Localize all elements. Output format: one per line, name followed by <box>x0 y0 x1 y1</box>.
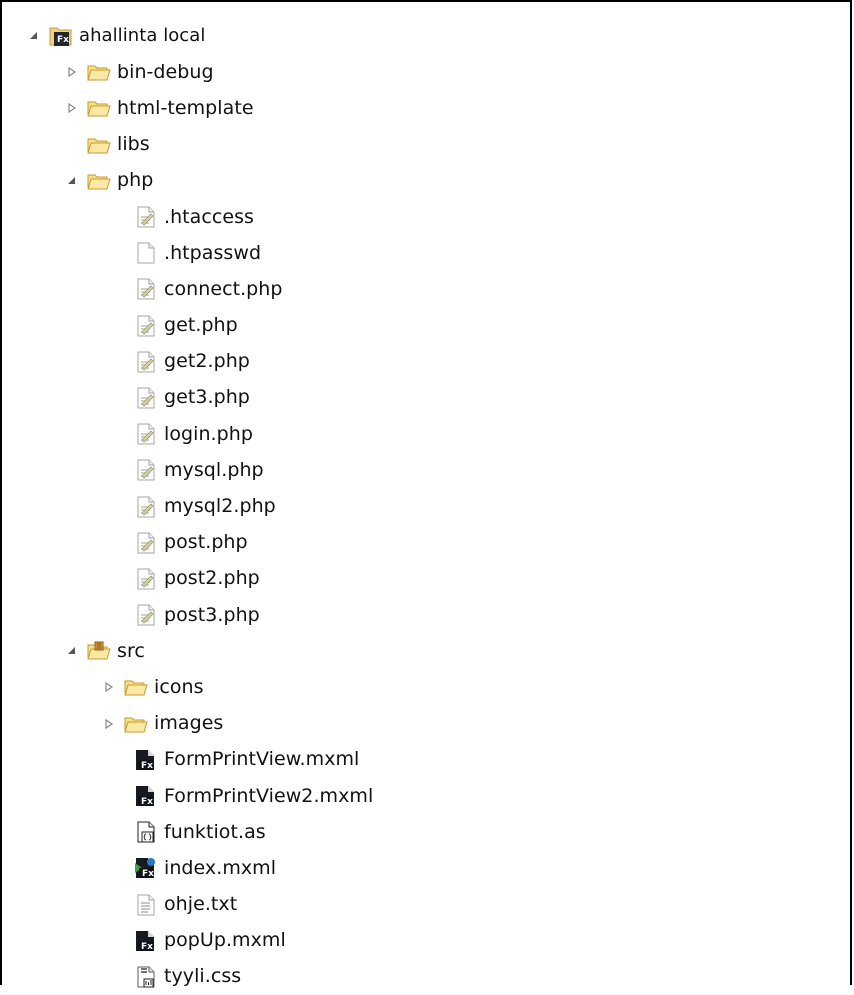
tree-node-label: icons <box>154 675 204 698</box>
tree-file-label: get2.php <box>164 350 250 373</box>
tree-file-label: mysql2.php <box>164 495 276 518</box>
text-file-icon <box>134 350 158 374</box>
project-tree: Fx ahallinta local bin-debug html-templa… <box>2 18 850 995</box>
expand-arrow-icon[interactable] <box>65 65 79 79</box>
tree-file-label: login.php <box>164 422 253 445</box>
css-file-icon <box>134 965 158 989</box>
text-file-icon <box>134 531 158 555</box>
collapse-arrow-icon[interactable] <box>27 29 41 43</box>
flex-mxml-icon: Fx <box>134 784 158 808</box>
tree-node-label: php <box>117 169 154 192</box>
tree-file-popup-mxml[interactable]: Fx popUp.mxml <box>2 923 850 959</box>
project-name-label: ahallinta local <box>79 25 206 47</box>
text-file-icon <box>134 277 158 301</box>
tree-node-label: src <box>117 639 145 662</box>
collapse-arrow-icon[interactable] <box>65 174 79 188</box>
folder-icon <box>87 96 111 120</box>
tree-file-label: get3.php <box>164 386 250 409</box>
tree-file-label: mysql.php <box>164 458 264 481</box>
tree-file-label: get.php <box>164 314 238 337</box>
tree-node-html-template[interactable]: html-template <box>2 90 850 126</box>
tree-file-ohje-txt[interactable]: ohje.txt <box>2 887 850 923</box>
tree-file-post2-php[interactable]: post2.php <box>2 561 850 597</box>
text-file-icon <box>134 386 158 410</box>
expand-arrow-icon[interactable] <box>102 717 116 731</box>
tree-file-get3-php[interactable]: get3.php <box>2 380 850 416</box>
text-file-icon <box>134 422 158 446</box>
tree-node-icons[interactable]: icons <box>2 669 850 705</box>
tree-file-label: post.php <box>164 531 248 554</box>
tree-file-label: .htaccess <box>164 205 255 228</box>
tree-node-label: bin-debug <box>117 60 214 83</box>
tree-file-index-mxml[interactable]: Fx index.mxml <box>2 850 850 886</box>
tree-file-formprintview-mxml[interactable]: Fx FormPrintView.mxml <box>2 742 850 778</box>
tree-file-label: ohje.txt <box>164 893 238 916</box>
collapse-arrow-icon[interactable] <box>65 644 79 658</box>
tree-file-get-php[interactable]: get.php <box>2 308 850 344</box>
tree-file-get2-php[interactable]: get2.php <box>2 344 850 380</box>
actionscript-file-icon <box>134 820 158 844</box>
text-file-icon <box>134 205 158 229</box>
tree-file-label: index.mxml <box>164 856 277 879</box>
flex-mxml-icon: Fx <box>134 929 158 953</box>
tree-node-label: html-template <box>117 96 254 119</box>
expand-arrow-icon[interactable] <box>102 680 116 694</box>
text-document-icon <box>134 893 158 917</box>
tree-node-libs[interactable]: libs <box>2 127 850 163</box>
tree-file-label: FormPrintView2.mxml <box>164 784 374 807</box>
tree-file-label: funktiot.as <box>164 820 266 843</box>
source-folder-icon <box>87 639 111 663</box>
tree-file-label: post2.php <box>164 567 260 590</box>
folder-icon <box>124 675 148 699</box>
text-file-icon <box>134 495 158 519</box>
blank-file-icon <box>134 241 158 265</box>
svg-text:Fx: Fx <box>142 869 154 879</box>
tree-node-label: images <box>154 712 224 735</box>
tree-file-label: .htpasswd <box>164 241 262 264</box>
tree-file-label: post3.php <box>164 603 260 626</box>
svg-text:Fx: Fx <box>141 761 153 771</box>
tree-file-post-php[interactable]: post.php <box>2 525 850 561</box>
tree-file-funktiot-as[interactable]: funktiot.as <box>2 814 850 850</box>
svg-text:Fx: Fx <box>141 797 153 807</box>
folder-icon <box>87 169 111 193</box>
svg-text:Fx: Fx <box>141 942 153 952</box>
tree-file-login-php[interactable]: login.php <box>2 416 850 452</box>
tree-node-images[interactable]: images <box>2 706 850 742</box>
text-file-icon <box>134 567 158 591</box>
tree-node-bin-debug[interactable]: bin-debug <box>2 54 850 90</box>
tree-node-ahallinta-local[interactable]: Fx ahallinta local <box>2 18 850 54</box>
flex-project-icon: Fx <box>49 24 73 48</box>
tree-file-htaccess[interactable]: .htaccess <box>2 199 850 235</box>
expand-arrow-icon[interactable] <box>65 101 79 115</box>
flex-mxml-icon: Fx <box>134 748 158 772</box>
tree-file-post3-php[interactable]: post3.php <box>2 597 850 633</box>
tree-node-php[interactable]: php <box>2 163 850 199</box>
tree-file-htpasswd[interactable]: .htpasswd <box>2 235 850 271</box>
tree-file-mysql2-php[interactable]: mysql2.php <box>2 488 850 524</box>
flex-application-icon: Fx <box>134 856 158 880</box>
svg-text:Fx: Fx <box>57 35 69 45</box>
text-file-icon <box>134 458 158 482</box>
tree-file-connect-php[interactable]: connect.php <box>2 271 850 307</box>
text-file-icon <box>134 603 158 627</box>
text-file-icon <box>134 314 158 338</box>
tree-file-label: FormPrintView.mxml <box>164 748 360 771</box>
folder-icon <box>87 60 111 84</box>
tree-file-label: popUp.mxml <box>164 929 286 952</box>
tree-file-mysql-php[interactable]: mysql.php <box>2 452 850 488</box>
folder-icon <box>124 712 148 736</box>
tree-file-tyyli-css[interactable]: tyyli.css <box>2 959 850 995</box>
tree-file-label: tyyli.css <box>164 965 242 988</box>
folder-icon <box>87 133 111 157</box>
tree-node-label: libs <box>117 133 150 156</box>
tree-node-src[interactable]: src <box>2 633 850 669</box>
tree-file-label: connect.php <box>164 277 283 300</box>
tree-file-formprintview2-mxml[interactable]: Fx FormPrintView2.mxml <box>2 778 850 814</box>
project-explorer-panel: Fx ahallinta local bin-debug html-templa… <box>0 0 852 988</box>
